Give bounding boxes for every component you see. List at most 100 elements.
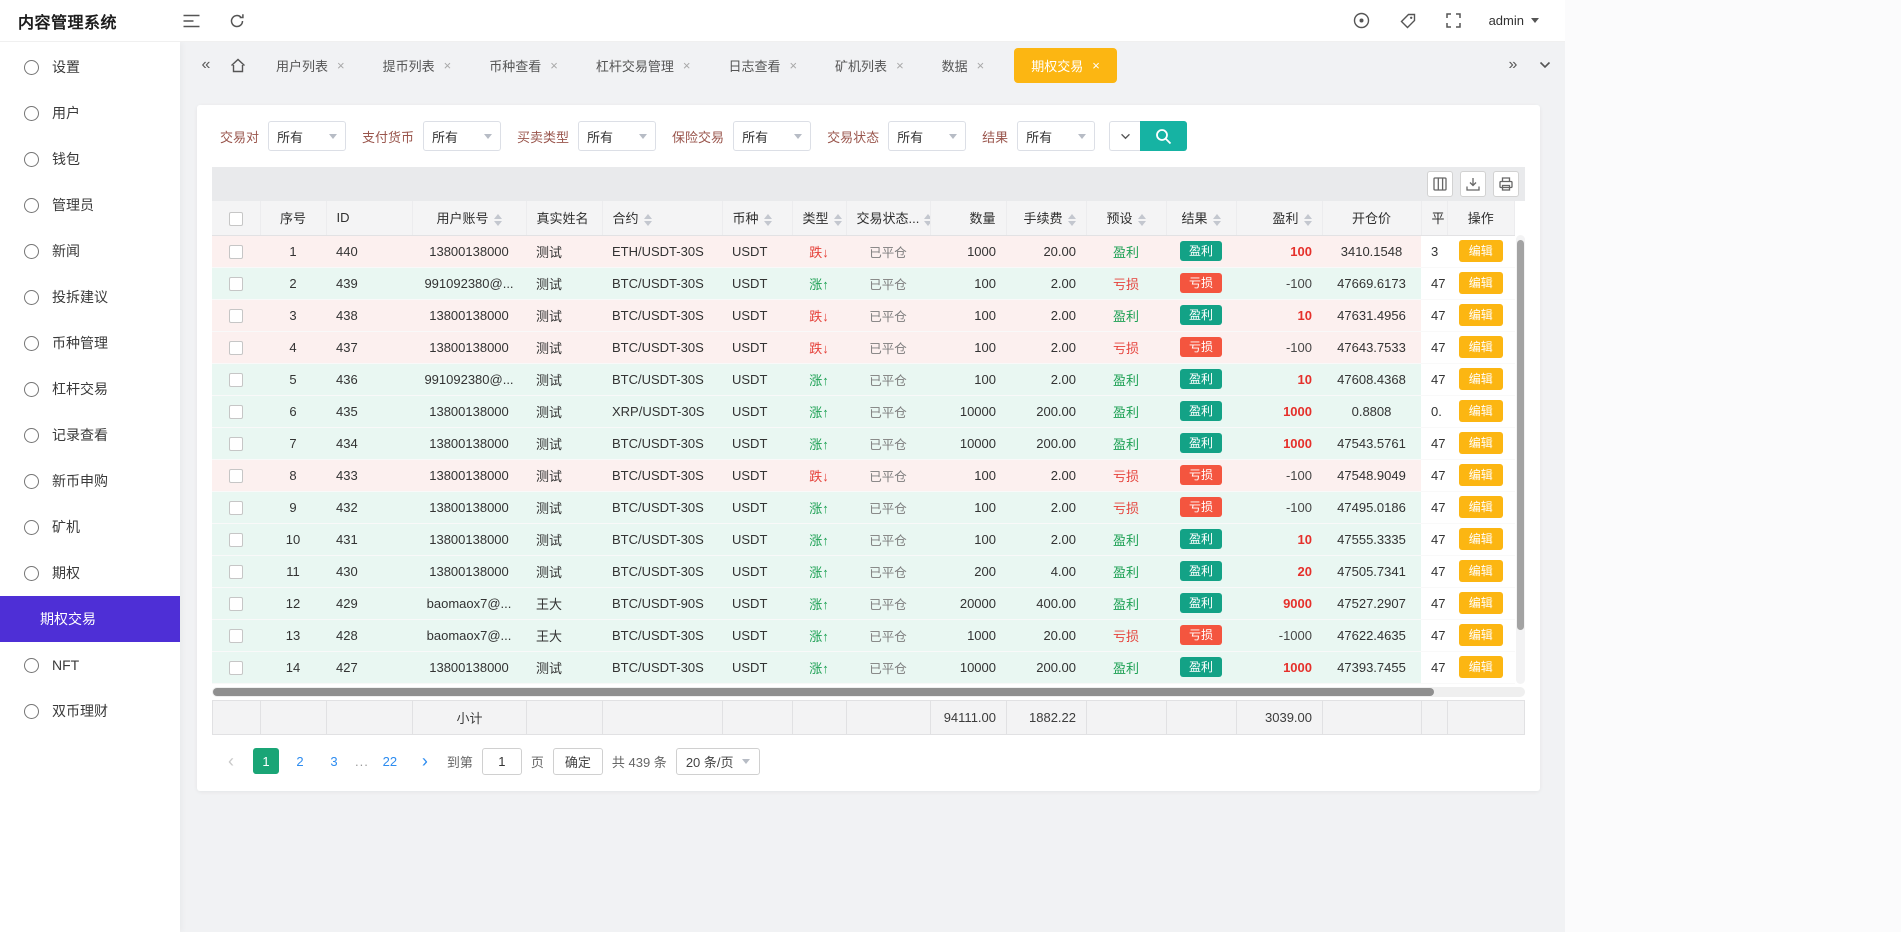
filter-select-insurance[interactable]: 所有 — [733, 121, 811, 151]
sidebar-item-admins[interactable]: 管理员 — [0, 182, 180, 228]
vertical-scrollbar-thumb[interactable] — [1517, 240, 1524, 630]
column-header-2[interactable]: 用户账号 — [412, 201, 526, 235]
row-checkbox[interactable] — [229, 405, 243, 419]
tab-coin-view[interactable]: 币种查看× — [481, 49, 566, 82]
tabs-scroll-left-icon[interactable]: « — [196, 55, 216, 75]
row-checkbox[interactable] — [229, 341, 243, 355]
column-header-7[interactable]: 交易状态... — [846, 201, 930, 235]
filter-select-trade-status[interactable]: 所有 — [888, 121, 966, 151]
confirm-button[interactable]: 确定 — [553, 748, 603, 775]
filter-select-result[interactable]: 所有 — [1017, 121, 1095, 151]
row-checkbox[interactable] — [229, 437, 243, 451]
row-checkbox[interactable] — [229, 309, 243, 323]
home-icon[interactable] — [228, 55, 248, 75]
row-checkbox[interactable] — [229, 565, 243, 579]
refresh-icon[interactable] — [226, 10, 248, 32]
page-button[interactable]: 2 — [287, 748, 313, 774]
sidebar-item-nft[interactable]: NFT — [0, 642, 180, 688]
select-all-checkbox[interactable] — [229, 212, 243, 226]
tab-close-icon[interactable]: × — [977, 59, 985, 72]
sort-icon[interactable] — [644, 212, 652, 228]
tab-user-list[interactable]: 用户列表× — [268, 49, 353, 82]
sidebar-item-records[interactable]: 记录查看 — [0, 412, 180, 458]
tag-icon[interactable] — [1397, 10, 1419, 32]
tab-close-icon[interactable]: × — [683, 59, 691, 72]
row-checkbox[interactable] — [229, 661, 243, 675]
edit-button[interactable]: 编辑 — [1459, 272, 1503, 294]
row-checkbox[interactable] — [229, 597, 243, 611]
fullscreen-icon[interactable] — [1443, 10, 1465, 32]
tab-close-icon[interactable]: × — [444, 59, 452, 72]
column-header-5[interactable]: 币种 — [722, 201, 792, 235]
vertical-scrollbar[interactable] — [1516, 235, 1525, 684]
row-checkbox[interactable] — [229, 469, 243, 483]
row-checkbox[interactable] — [229, 501, 243, 515]
edit-button[interactable]: 编辑 — [1459, 528, 1503, 550]
export-icon[interactable] — [1460, 171, 1486, 197]
tab-leverage-manage[interactable]: 杠杆交易管理× — [588, 49, 699, 82]
sidebar-item-feedback[interactable]: 投拆建议 — [0, 274, 180, 320]
filter-select-trade-type[interactable]: 所有 — [578, 121, 656, 151]
sidebar-item-coin-manage[interactable]: 币种管理 — [0, 320, 180, 366]
horizontal-scrollbar-thumb[interactable] — [213, 688, 1434, 696]
row-checkbox[interactable] — [229, 629, 243, 643]
row-checkbox[interactable] — [229, 277, 243, 291]
goto-page-input[interactable] — [482, 748, 522, 775]
sidebar-item-leverage[interactable]: 杠杆交易 — [0, 366, 180, 412]
sidebar-item-new-coin[interactable]: 新币申购 — [0, 458, 180, 504]
sort-icon[interactable] — [924, 212, 930, 228]
tab-options-trade[interactable]: 期权交易× — [1014, 48, 1117, 83]
sort-icon[interactable] — [1304, 212, 1312, 228]
columns-icon[interactable] — [1427, 171, 1453, 197]
tab-log-view[interactable]: 日志查看× — [720, 49, 805, 82]
edit-button[interactable]: 编辑 — [1459, 656, 1503, 678]
tabs-menu-icon[interactable] — [1535, 55, 1555, 75]
search-button[interactable] — [1140, 121, 1187, 151]
page-button[interactable]: 22 — [377, 748, 403, 774]
filter-select-pair[interactable]: 所有 — [268, 121, 346, 151]
column-header-10[interactable]: 预设 — [1086, 201, 1166, 235]
admin-menu[interactable]: admin — [1489, 13, 1539, 28]
page-button[interactable]: 3 — [321, 748, 347, 774]
sidebar-item-wallet[interactable]: 钱包 — [0, 136, 180, 182]
sidebar-item-options[interactable]: 期权 — [0, 550, 180, 596]
more-filters-button[interactable] — [1109, 121, 1140, 151]
edit-button[interactable]: 编辑 — [1459, 368, 1503, 390]
sort-icon[interactable] — [1138, 212, 1146, 228]
sort-icon[interactable] — [1068, 212, 1076, 228]
sidebar-item-users[interactable]: 用户 — [0, 90, 180, 136]
page-button[interactable]: 1 — [253, 748, 279, 774]
column-header-12[interactable]: 盈利 — [1236, 201, 1322, 235]
sidebar-item-dual-finance[interactable]: 双币理财 — [0, 688, 180, 734]
row-checkbox[interactable] — [229, 373, 243, 387]
row-checkbox[interactable] — [229, 245, 243, 259]
collapse-menu-icon[interactable] — [180, 10, 202, 32]
sidebar-item-settings[interactable]: 设置 — [0, 44, 180, 90]
next-page-button[interactable]: › — [412, 748, 438, 774]
row-checkbox[interactable] — [229, 533, 243, 547]
column-header-6[interactable]: 类型 — [792, 201, 846, 235]
filter-select-pay-currency[interactable]: 所有 — [423, 121, 501, 151]
tab-close-icon[interactable]: × — [789, 59, 797, 72]
edit-button[interactable]: 编辑 — [1459, 400, 1503, 422]
prev-page-button[interactable]: ‹ — [218, 748, 244, 774]
edit-button[interactable]: 编辑 — [1459, 240, 1503, 262]
sidebar-item-news[interactable]: 新闻 — [0, 228, 180, 274]
sort-icon[interactable] — [1213, 212, 1221, 228]
tab-close-icon[interactable]: × — [550, 59, 558, 72]
tabs-scroll-right-icon[interactable]: » — [1503, 55, 1523, 75]
edit-button[interactable]: 编辑 — [1459, 560, 1503, 582]
tab-close-icon[interactable]: × — [1092, 59, 1100, 72]
edit-button[interactable]: 编辑 — [1459, 592, 1503, 614]
tab-close-icon[interactable]: × — [896, 59, 904, 72]
sidebar-item-options-trade[interactable]: 期权交易 — [0, 596, 180, 642]
sidebar-item-miner[interactable]: 矿机 — [0, 504, 180, 550]
per-page-select[interactable]: 20 条/页 — [676, 748, 760, 775]
tab-withdraw-list[interactable]: 提币列表× — [375, 49, 460, 82]
edit-button[interactable]: 编辑 — [1459, 336, 1503, 358]
column-header-4[interactable]: 合约 — [602, 201, 722, 235]
sort-icon[interactable] — [834, 212, 842, 228]
edit-button[interactable]: 编辑 — [1459, 304, 1503, 326]
sort-icon[interactable] — [494, 212, 502, 228]
palette-icon[interactable] — [1351, 10, 1373, 32]
